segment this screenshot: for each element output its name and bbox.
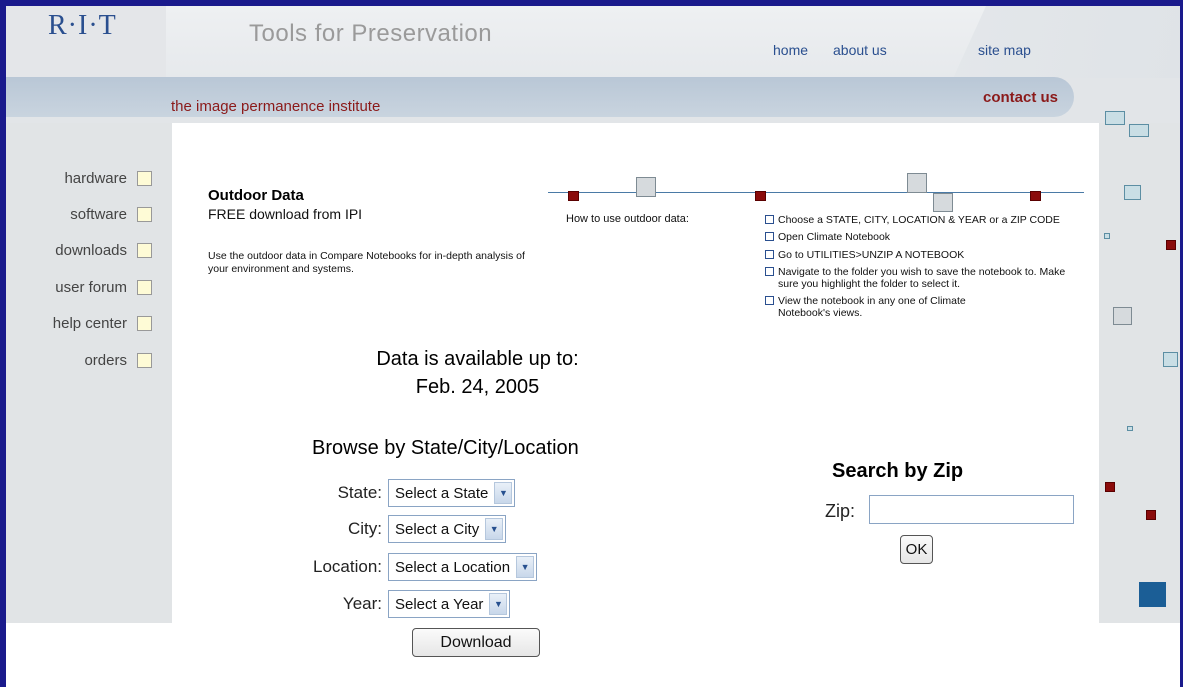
- zip-search-title: Search by Zip: [832, 460, 964, 482]
- outdoor-data-description: Use the outdoor data in Compare Notebook…: [208, 250, 525, 275]
- step-checkbox-icon: [765, 215, 774, 224]
- sidebar-item-label: help center: [52, 315, 127, 332]
- availability-notice: Data is available up to: Feb. 24, 2005: [325, 345, 630, 401]
- year-select-value: Select a Year: [395, 595, 484, 613]
- how-to-step: View the notebook in any one of Climate …: [765, 295, 1085, 319]
- outdoor-data-title: Outdoor Data: [208, 187, 304, 204]
- bullet-square-icon: [137, 280, 152, 295]
- header-blue-band: [6, 77, 1074, 117]
- city-select-value: Select a City: [395, 520, 480, 538]
- bullet-square-icon: [137, 171, 152, 186]
- timeline-marker-icon: [568, 191, 579, 201]
- outdoor-data-subtitle: FREE download from IPI: [208, 206, 363, 222]
- sidebar-item-label: hardware: [64, 170, 127, 187]
- timeline-marker-icon: [636, 177, 656, 197]
- timeline-line: [548, 192, 1084, 193]
- bullet-square-icon: [137, 316, 152, 331]
- zip-input[interactable]: [869, 495, 1074, 524]
- decor-square-icon: [1139, 582, 1166, 607]
- step-checkbox-icon: [765, 296, 774, 305]
- sidebar-item-help-center[interactable]: help center: [53, 315, 152, 332]
- contact-us-link[interactable]: contact us: [983, 89, 1058, 106]
- chevron-down-icon[interactable]: ▼: [489, 593, 508, 615]
- sidebar-item-label: orders: [84, 352, 127, 369]
- location-label: Location:: [313, 557, 382, 576]
- bullet-square-icon: [137, 207, 152, 222]
- year-row: Year: Select a Year ▼: [318, 590, 511, 618]
- decor-square-icon: [1127, 426, 1133, 431]
- rit-logo[interactable]: R·I·T: [48, 10, 117, 42]
- decor-square-icon: [1113, 307, 1132, 325]
- decor-square-icon: [1129, 124, 1149, 137]
- how-to-step: Navigate to the folder you wish to save …: [765, 266, 1085, 290]
- sidebar-item-user-forum[interactable]: user forum: [55, 279, 152, 296]
- decor-square-icon: [1163, 352, 1178, 367]
- step-text: Go to UTILITIES>UNZIP A NOTEBOOK: [778, 249, 965, 261]
- state-select[interactable]: Select a State ▼: [388, 479, 516, 507]
- zip-ok-button[interactable]: OK: [900, 535, 933, 564]
- timeline-marker-icon: [907, 173, 927, 193]
- how-to-step: Go to UTILITIES>UNZIP A NOTEBOOK: [765, 249, 1085, 261]
- site-title: Tools for Preservation: [249, 20, 493, 47]
- location-select[interactable]: Select a Location ▼: [388, 553, 538, 581]
- how-to-label: How to use outdoor data:: [566, 213, 689, 225]
- state-row: State: Select a State ▼: [318, 479, 516, 507]
- state-select-value: Select a State: [395, 484, 489, 502]
- step-checkbox-icon: [765, 232, 774, 241]
- download-button[interactable]: Download: [412, 628, 540, 657]
- step-checkbox-icon: [765, 250, 774, 259]
- sidebar-item-label: user forum: [55, 279, 127, 296]
- sidebar-item-orders[interactable]: orders: [84, 352, 152, 369]
- step-text: Navigate to the folder you wish to save …: [778, 266, 1066, 290]
- institute-title[interactable]: the image permanence institute: [171, 98, 380, 115]
- sidebar-item-label: software: [70, 206, 127, 223]
- decor-square-icon: [1166, 240, 1176, 250]
- chevron-down-icon[interactable]: ▼: [516, 556, 535, 578]
- year-label: Year:: [342, 594, 382, 613]
- city-select[interactable]: Select a City ▼: [388, 515, 507, 543]
- availability-line: Data is available up to:: [376, 348, 579, 370]
- timeline-marker-icon: [933, 193, 953, 212]
- city-label: City:: [348, 519, 382, 538]
- step-checkbox-icon: [765, 267, 774, 276]
- location-select-value: Select a Location: [395, 558, 511, 576]
- bullet-square-icon: [137, 353, 152, 368]
- browse-title: Browse by State/City/Location: [312, 437, 579, 459]
- nav-home-link[interactable]: home: [773, 42, 808, 58]
- availability-date: Feb. 24, 2005: [415, 376, 540, 398]
- chevron-down-icon[interactable]: ▼: [485, 518, 504, 540]
- step-text: View the notebook in any one of Climate …: [778, 295, 966, 319]
- state-label: State:: [337, 483, 382, 502]
- decor-square-icon: [1105, 482, 1115, 492]
- sidebar-item-downloads[interactable]: downloads: [55, 242, 152, 259]
- timeline-marker-icon: [1030, 191, 1041, 201]
- year-select[interactable]: Select a Year ▼: [388, 590, 511, 618]
- decor-square-icon: [1146, 510, 1156, 520]
- city-row: City: Select a City ▼: [318, 515, 507, 543]
- decor-square-icon: [1105, 111, 1125, 125]
- timeline-marker-icon: [755, 191, 766, 201]
- chevron-down-icon[interactable]: ▼: [494, 482, 513, 504]
- location-row: Location: Select a Location ▼: [284, 553, 538, 581]
- sidebar-item-hardware[interactable]: hardware: [64, 170, 152, 187]
- nav-sitemap-link[interactable]: site map: [978, 42, 1031, 58]
- sidebar: hardware software downloads user forum h…: [6, 123, 172, 623]
- bullet-square-icon: [137, 243, 152, 258]
- zip-label: Zip:: [825, 501, 856, 521]
- how-to-steps: Choose a STATE, CITY, LOCATION & YEAR or…: [765, 214, 1085, 324]
- sidebar-item-software[interactable]: software: [70, 206, 152, 223]
- how-to-step: Open Climate Notebook: [765, 231, 1085, 243]
- decor-square-icon: [1124, 185, 1141, 200]
- nav-about-link[interactable]: about us: [833, 42, 887, 58]
- sidebar-item-label: downloads: [55, 242, 127, 259]
- step-text: Choose a STATE, CITY, LOCATION & YEAR or…: [778, 214, 1060, 226]
- step-text: Open Climate Notebook: [778, 231, 891, 243]
- how-to-step: Choose a STATE, CITY, LOCATION & YEAR or…: [765, 214, 1085, 226]
- decor-square-icon: [1104, 233, 1110, 239]
